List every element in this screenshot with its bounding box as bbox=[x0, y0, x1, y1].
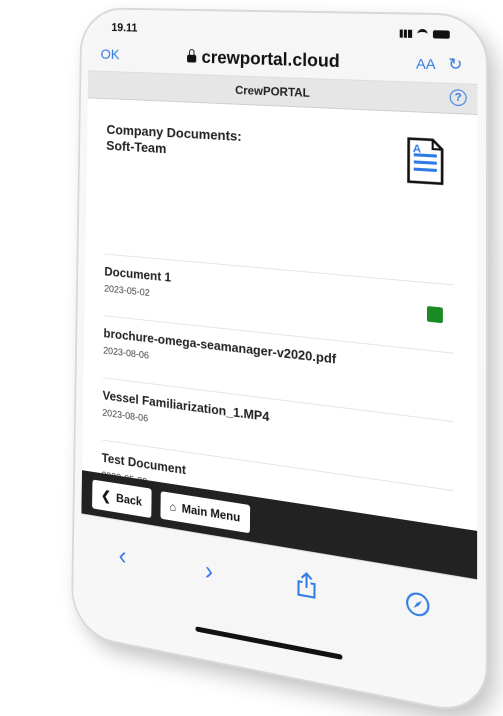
phone-mockup: 19.11 OK crewportal.cloud AA ↻ CrewPORTA… bbox=[0, 0, 503, 703]
ok-button[interactable]: OK bbox=[100, 46, 119, 62]
lock-icon bbox=[187, 55, 196, 63]
status-icons bbox=[400, 28, 450, 40]
wifi-icon bbox=[417, 28, 427, 39]
status-time: 19.11 bbox=[111, 21, 137, 35]
url-actions: AA ↻ bbox=[416, 53, 462, 75]
address-field[interactable]: crewportal.cloud bbox=[187, 47, 340, 72]
signal-icon bbox=[400, 30, 412, 38]
page-title: Company Documents: Soft-Team bbox=[106, 122, 291, 165]
status-badge bbox=[427, 306, 443, 323]
share-button[interactable] bbox=[296, 569, 318, 607]
home-indicator bbox=[195, 626, 342, 660]
text-size-button[interactable]: AA bbox=[416, 55, 436, 72]
reload-icon[interactable]: ↻ bbox=[448, 54, 462, 75]
browser-forward-button[interactable]: › bbox=[205, 554, 214, 586]
home-icon: ⌂ bbox=[169, 499, 176, 514]
url-text: crewportal.cloud bbox=[201, 47, 339, 72]
main-menu-button[interactable]: ⌂ Main Menu bbox=[160, 491, 250, 533]
document-icon: A bbox=[405, 136, 445, 186]
chevron-left-icon: ❮ bbox=[101, 488, 111, 505]
chevron-left-icon: ‹ bbox=[118, 540, 126, 571]
back-button[interactable]: ❮ Back bbox=[92, 480, 151, 519]
phone-frame: 19.11 OK crewportal.cloud AA ↻ CrewPORTA… bbox=[72, 9, 486, 716]
help-icon[interactable]: ? bbox=[450, 89, 467, 106]
app-title: CrewPORTAL bbox=[235, 83, 310, 100]
phone-screen: 19.11 OK crewportal.cloud AA ↻ CrewPORTA… bbox=[80, 17, 478, 706]
compass-button[interactable] bbox=[405, 589, 431, 626]
chevron-right-icon: › bbox=[205, 554, 214, 585]
main-menu-label: Main Menu bbox=[182, 501, 241, 524]
page-header: Company Documents: Soft-Team A bbox=[105, 122, 454, 264]
compass-icon bbox=[405, 589, 431, 619]
back-label: Back bbox=[116, 491, 142, 509]
share-icon bbox=[296, 569, 318, 600]
browser-back-button[interactable]: ‹ bbox=[118, 540, 126, 572]
svg-text:A: A bbox=[413, 144, 422, 156]
battery-icon bbox=[433, 30, 450, 39]
